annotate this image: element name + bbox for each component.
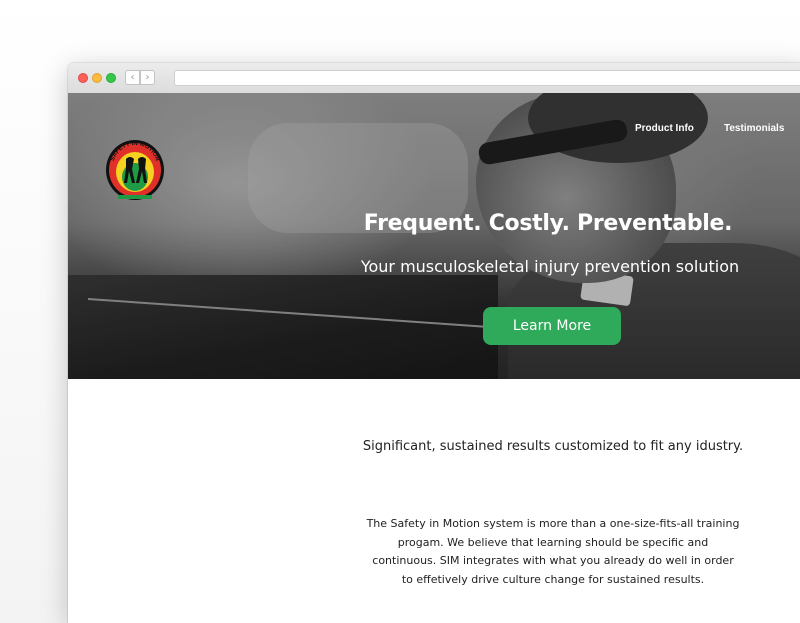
hero-banner: SAFETY IN MOTION Product Info Testimonia…	[68, 93, 800, 379]
address-bar[interactable]	[174, 70, 800, 86]
maximize-window-button[interactable]	[106, 73, 116, 83]
learn-more-button[interactable]: Learn More	[483, 307, 621, 345]
nav-link-product-info[interactable]: Product Info	[635, 123, 694, 134]
chevron-left-icon: ‹	[130, 71, 135, 83]
logo-base	[118, 195, 152, 199]
browser-toolbar: ‹ ›	[68, 63, 800, 94]
description-line: progam. We believe that learning should …	[397, 535, 709, 549]
description-line: The Safety in Motion system is more than…	[366, 517, 740, 530]
back-button[interactable]: ‹	[125, 70, 140, 85]
chevron-right-icon: ›	[145, 71, 150, 83]
section-tagline: Significant, sustained results customize…	[362, 439, 744, 454]
hero-subheadline: Your musculoskeletal injury prevention s…	[360, 257, 740, 276]
safety-in-motion-logo[interactable]: SAFETY IN MOTION	[104, 137, 166, 205]
minimize-window-button[interactable]	[92, 73, 102, 83]
forward-button[interactable]: ›	[140, 70, 155, 85]
nav-link-testimonials[interactable]: Testimonials	[724, 123, 784, 134]
description-line: to effetively drive culture change for s…	[401, 572, 705, 586]
close-window-button[interactable]	[78, 73, 88, 83]
description-line: continuous. SIM integrates with what you…	[372, 554, 734, 567]
section-description: The Safety in Motion system is more than…	[358, 515, 748, 589]
hero-headline: Frequent. Costly. Preventable.	[363, 211, 733, 236]
browser-window: ‹ › SAFETY IN MOTION Product Info Testim…	[68, 63, 800, 623]
hero-overlay	[68, 93, 800, 379]
